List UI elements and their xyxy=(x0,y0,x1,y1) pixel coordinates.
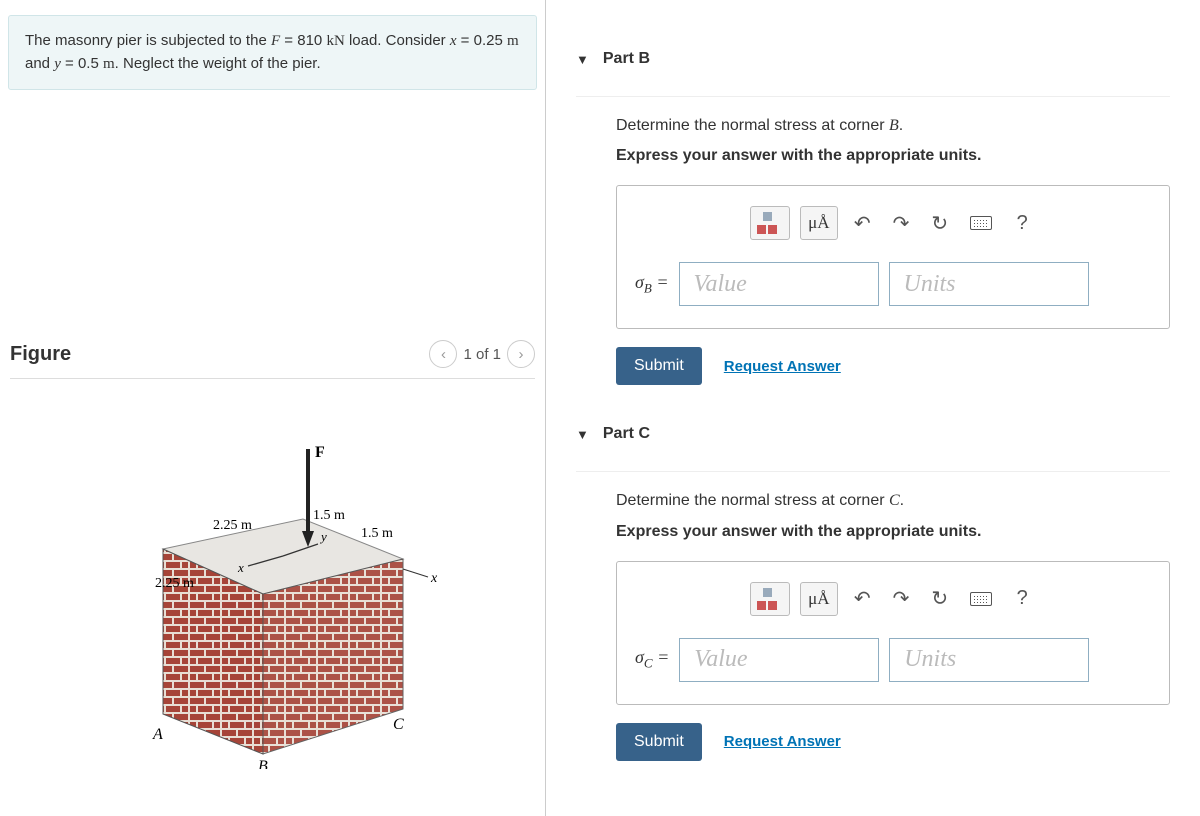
axis-x-label: x xyxy=(237,560,244,575)
part-c-instruction: Express your answer with the appropriate… xyxy=(616,523,1170,541)
redo-button[interactable]: ↷ xyxy=(887,582,916,616)
undo-button[interactable]: ↶ xyxy=(848,582,877,616)
right-panel: ▼ Part B Determine the normal stress at … xyxy=(545,0,1200,816)
figure-header: Figure ‹ 1 of 1 › xyxy=(10,340,535,379)
dim-left: 2.25 m xyxy=(155,576,194,591)
figure-section: Figure ‹ 1 of 1 › xyxy=(0,340,545,769)
figure-image: x y F 2.25 m 2.25 m 1.5 m 1.5 m x A B C xyxy=(10,409,535,769)
units-button[interactable]: μÅ xyxy=(800,582,838,616)
part-b-value-input[interactable]: Value xyxy=(679,262,879,306)
part-b-actions: Submit Request Answer xyxy=(616,347,1170,385)
corner-A: A xyxy=(152,726,163,743)
part-b-title: Part B xyxy=(603,50,650,68)
figure-nav-label: 1 of 1 xyxy=(463,346,501,363)
svg-text:x: x xyxy=(430,571,438,586)
dim-top-r1: 1.5 m xyxy=(313,508,345,523)
sigma-c-label: σC = xyxy=(635,647,669,672)
axis-y-label: y xyxy=(319,529,327,544)
keyboard-icon xyxy=(970,216,992,230)
part-c-submit-button[interactable]: Submit xyxy=(616,723,702,761)
var-F: F xyxy=(271,33,280,49)
part-c-prompt: Determine the normal stress at corner C. xyxy=(616,490,1170,512)
part-c-title: Part C xyxy=(603,425,650,443)
part-c-input-row: σC = Value Units xyxy=(635,638,1151,682)
figure-next-button[interactable]: › xyxy=(507,340,535,368)
part-b-submit-button[interactable]: Submit xyxy=(616,347,702,385)
reset-button[interactable]: ↻ xyxy=(925,206,954,240)
part-b-answer-area: μÅ ↶ ↷ ↻ ? σB = Value Units xyxy=(616,185,1170,329)
caret-down-icon: ▼ xyxy=(576,427,589,442)
reset-button[interactable]: ↻ xyxy=(925,582,954,616)
part-c-body: Determine the normal stress at corner C.… xyxy=(576,472,1170,760)
part-b-body: Determine the normal stress at corner B.… xyxy=(576,97,1170,385)
help-button[interactable]: ? xyxy=(1008,206,1036,240)
part-c-header[interactable]: ▼ Part C xyxy=(576,415,1170,472)
corner-C: C xyxy=(393,716,404,733)
figure-prev-button[interactable]: ‹ xyxy=(429,340,457,368)
keyboard-icon xyxy=(970,592,992,606)
part-b-header[interactable]: ▼ Part B xyxy=(576,40,1170,97)
units-button[interactable]: μÅ xyxy=(800,206,838,240)
keyboard-button[interactable] xyxy=(964,582,998,616)
corner-B: B xyxy=(258,758,268,769)
help-button[interactable]: ? xyxy=(1008,582,1036,616)
redo-button[interactable]: ↷ xyxy=(887,206,916,240)
figure-nav: ‹ 1 of 1 › xyxy=(429,340,535,368)
force-label: F xyxy=(315,444,325,461)
part-b-toolbar: μÅ ↶ ↷ ↻ ? xyxy=(635,206,1151,240)
part-c-units-input[interactable]: Units xyxy=(889,638,1089,682)
part-c-section: ▼ Part C Determine the normal stress at … xyxy=(576,415,1170,760)
part-c-value-input[interactable]: Value xyxy=(679,638,879,682)
caret-down-icon: ▼ xyxy=(576,52,589,67)
templates-icon xyxy=(757,588,783,610)
part-c-actions: Submit Request Answer xyxy=(616,723,1170,761)
part-b-prompt: Determine the normal stress at corner B. xyxy=(616,115,1170,137)
templates-icon xyxy=(757,212,783,234)
unit-kN: kN xyxy=(326,33,344,49)
templates-button[interactable] xyxy=(750,206,790,240)
part-c-answer-area: μÅ ↶ ↷ ↻ ? σC = Value Units xyxy=(616,561,1170,705)
problem-statement: The masonry pier is subjected to the F =… xyxy=(8,15,537,90)
part-b-instruction: Express your answer with the appropriate… xyxy=(616,147,1170,165)
templates-button[interactable] xyxy=(750,582,790,616)
undo-button[interactable]: ↶ xyxy=(848,206,877,240)
problem-text: The masonry pier is subjected to the xyxy=(25,32,271,49)
left-panel: The masonry pier is subjected to the F =… xyxy=(0,0,545,816)
part-c-toolbar: μÅ ↶ ↷ ↻ ? xyxy=(635,582,1151,616)
dim-top-left: 2.25 m xyxy=(213,518,252,533)
var-y: y xyxy=(54,56,61,72)
var-x: x xyxy=(450,33,457,49)
sigma-b-label: σB = xyxy=(635,272,669,297)
part-b-input-row: σB = Value Units xyxy=(635,262,1151,306)
keyboard-button[interactable] xyxy=(964,206,998,240)
part-b-section: ▼ Part B Determine the normal stress at … xyxy=(576,40,1170,385)
figure-title: Figure xyxy=(10,343,71,366)
part-c-request-answer[interactable]: Request Answer xyxy=(724,733,841,750)
part-b-units-input[interactable]: Units xyxy=(889,262,1089,306)
part-b-request-answer[interactable]: Request Answer xyxy=(724,358,841,375)
dim-top-r2: 1.5 m xyxy=(361,526,393,541)
